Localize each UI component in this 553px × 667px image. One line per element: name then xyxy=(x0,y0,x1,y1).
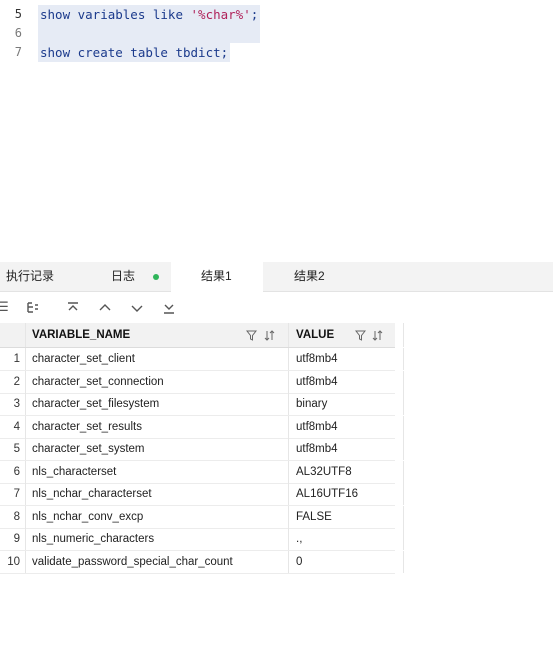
table-row[interactable]: 10 validate_password_special_char_count 0 xyxy=(0,550,404,574)
row-number-header xyxy=(0,323,20,347)
row-number: 6 xyxy=(13,465,20,478)
cell-variable-name[interactable]: character_set_system xyxy=(25,438,294,460)
cell-variable-name[interactable]: character_set_client xyxy=(25,348,294,370)
down-icon[interactable] xyxy=(128,292,146,322)
cell-value[interactable]: utf8mb4 xyxy=(288,415,404,438)
filter-icon[interactable] xyxy=(354,323,367,347)
tree-icon[interactable] xyxy=(24,292,42,322)
table-header-row: VARIABLE_NAME VALUE xyxy=(0,323,404,348)
sql-editor[interactable]: 5 show variables like '%char%'; 6 7 show… xyxy=(0,0,553,262)
table-row[interactable]: 5 character_set_system utf8mb4 xyxy=(0,438,404,461)
table-row[interactable]: 7 nls_nchar_characterset AL16UTF16 xyxy=(0,483,404,506)
cell-variable-name[interactable]: validate_password_special_char_count xyxy=(25,550,294,573)
row-number: 10 xyxy=(7,555,20,568)
row-number: 4 xyxy=(13,420,20,433)
row-number: 5 xyxy=(13,443,20,455)
cell-variable-name[interactable]: nls_nchar_conv_excp xyxy=(25,505,294,528)
filter-icon[interactable] xyxy=(245,323,258,347)
code-keyword-text: show variables like xyxy=(40,7,191,22)
tab-label: 结果2 xyxy=(294,269,325,283)
sort-icon[interactable] xyxy=(264,323,275,347)
row-number: 2 xyxy=(13,375,20,388)
cell-variable-name[interactable]: nls_numeric_characters xyxy=(25,528,294,550)
row-number: 8 xyxy=(13,510,20,523)
tab-execution-log[interactable]: 执行记录 xyxy=(0,262,96,291)
row-number: 3 xyxy=(13,398,20,410)
column-header-value[interactable]: VALUE xyxy=(288,323,404,347)
table-row[interactable]: 3 character_set_filesystem binary xyxy=(0,393,404,416)
cell-value[interactable]: 0 xyxy=(288,550,404,573)
line-number: 6 xyxy=(14,26,22,40)
cell-variable-name[interactable]: nls_nchar_characterset xyxy=(25,483,294,505)
cell-value[interactable]: binary xyxy=(288,393,404,415)
code-line[interactable]: 6 xyxy=(0,24,553,43)
sort-icon[interactable] xyxy=(372,323,383,347)
list-icon[interactable]: ☰ xyxy=(0,292,12,322)
code-line[interactable]: 5 show variables like '%char%'; xyxy=(0,5,553,24)
cell-value[interactable]: FALSE xyxy=(288,505,404,528)
row-number: 9 xyxy=(13,533,20,545)
cell-variable-name[interactable]: character_set_connection xyxy=(25,370,294,393)
tab-result-2[interactable]: 结果2 xyxy=(264,262,364,291)
cell-value[interactable]: utf8mb4 xyxy=(288,370,404,393)
code-line[interactable]: 7 show create table tbdict; xyxy=(0,43,553,62)
cell-value[interactable]: AL32UTF8 xyxy=(288,460,404,483)
code-string: '%char%' xyxy=(190,7,251,22)
code-semicolon: ; xyxy=(250,7,259,22)
cell-value[interactable]: utf8mb4 xyxy=(288,438,404,460)
tab-label: 结果1 xyxy=(201,269,232,283)
table-row[interactable]: 2 character_set_connection utf8mb4 xyxy=(0,370,404,394)
table-row[interactable]: 6 nls_characterset AL32UTF8 xyxy=(0,460,404,484)
column-header-label: VALUE xyxy=(296,329,335,341)
cell-value[interactable]: utf8mb4 xyxy=(288,348,404,370)
first-icon[interactable] xyxy=(64,292,82,322)
table-row[interactable]: 1 character_set_client utf8mb4 xyxy=(0,348,404,371)
cell-variable-name[interactable]: character_set_results xyxy=(25,415,294,438)
up-icon[interactable] xyxy=(96,292,114,322)
cell-value[interactable]: ., xyxy=(288,528,404,550)
table-row[interactable]: 9 nls_numeric_characters., xyxy=(0,528,404,551)
last-icon[interactable] xyxy=(160,292,178,322)
table-row[interactable]: 4 character_set_results utf8mb4 xyxy=(0,415,404,439)
cell-variable-name[interactable]: character_set_filesystem xyxy=(25,393,294,415)
row-number: 7 xyxy=(13,488,20,500)
cell-variable-name[interactable]: nls_characterset xyxy=(25,460,294,483)
table-row[interactable]: 8 nls_nchar_conv_excp FALSE xyxy=(0,505,404,529)
line-number: 7 xyxy=(14,45,22,59)
code-text[interactable] xyxy=(38,24,260,43)
tab-result-1[interactable]: 结果1 xyxy=(171,262,263,292)
row-number: 1 xyxy=(13,353,20,365)
result-toolbar: ☰ xyxy=(0,292,553,322)
code-text[interactable]: show variables like '%char%'; xyxy=(38,5,261,24)
tab-label: 执行记录 xyxy=(6,269,55,283)
line-number: 5 xyxy=(14,7,22,21)
cell-value[interactable]: AL16UTF16 xyxy=(288,483,404,505)
tab-label: 日志 xyxy=(111,269,136,283)
result-tab-bar: 执行记录 日志 结果1 结果2 xyxy=(0,262,553,292)
column-header-label: VARIABLE_NAME xyxy=(32,329,131,341)
status-dot-icon xyxy=(153,274,159,280)
code-text[interactable]: show create table tbdict; xyxy=(38,43,231,62)
